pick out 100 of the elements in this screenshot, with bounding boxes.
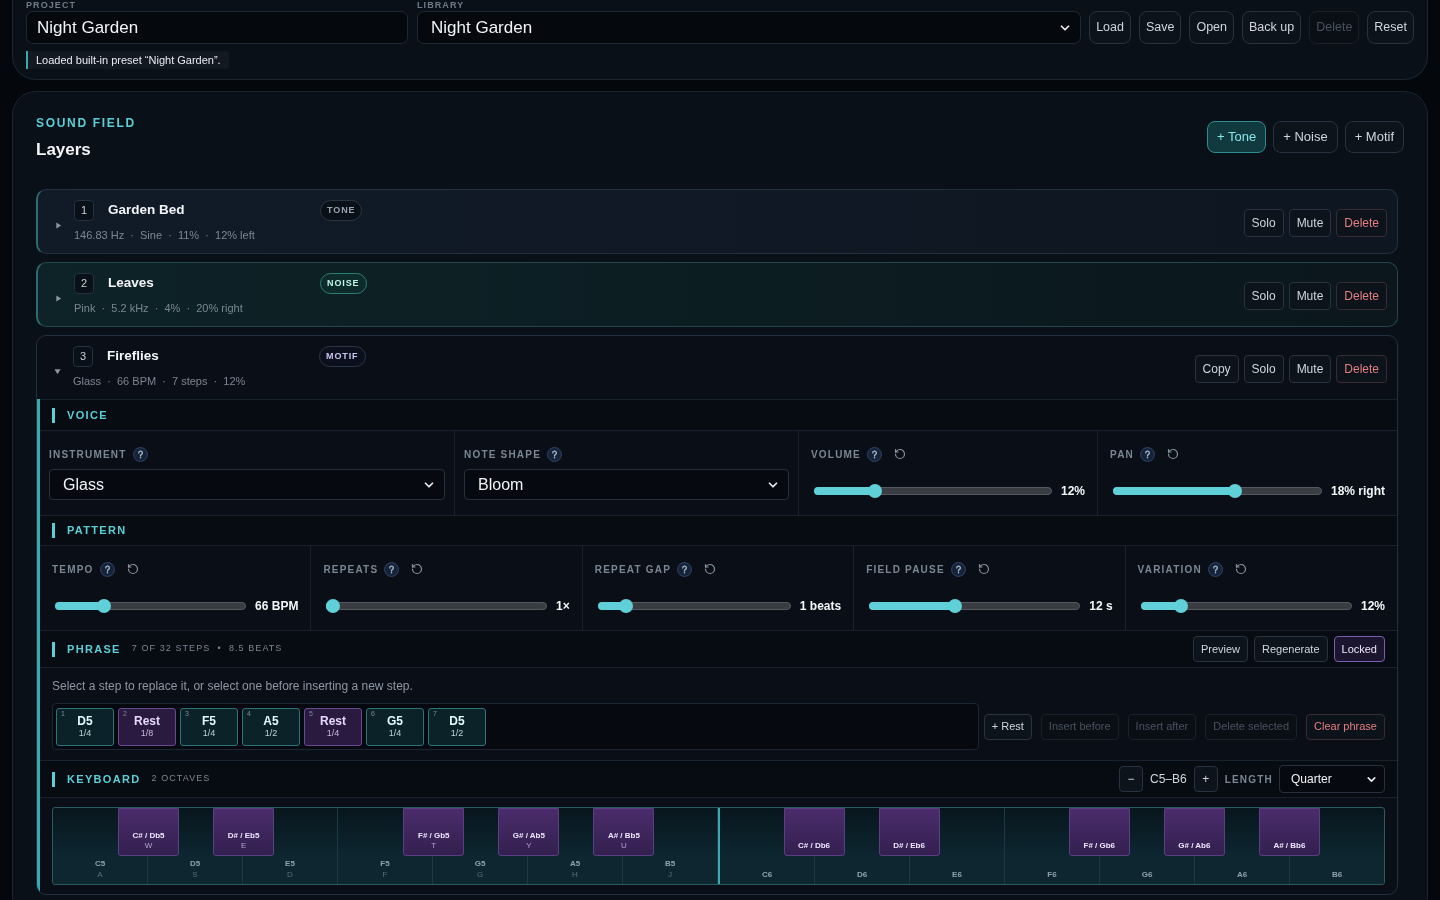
action-button[interactable]: Copy: [1194, 354, 1239, 383]
sharp-key[interactable]: A# / Bb5 U: [593, 808, 655, 856]
caret-right-icon[interactable]: [55, 222, 62, 229]
phrase-hint: Select a step to replace it, or select one before inserting a new step.: [52, 678, 413, 694]
slider[interactable]: [326, 599, 548, 613]
action-button[interactable]: Locked: [1333, 636, 1385, 662]
kind-badge: MOTIF: [319, 345, 366, 367]
slider[interactable]: [1140, 599, 1352, 613]
increase-button[interactable]: +: [1193, 766, 1218, 792]
help-icon[interactable]: [99, 561, 115, 577]
slider-thumb[interactable]: [948, 599, 962, 613]
select-field[interactable]: Glass: [49, 469, 445, 500]
slider[interactable]: [869, 599, 1081, 613]
field-label: FIELD PAUSE: [866, 562, 945, 577]
slider-thumb[interactable]: [619, 599, 634, 613]
caret-right-icon[interactable]: [55, 295, 62, 302]
sharp-key[interactable]: C# / Db5 W: [118, 808, 180, 856]
range-label: C5–B6: [1150, 771, 1187, 788]
reset-icon[interactable]: [704, 563, 717, 575]
sharp-key[interactable]: D# / Eb5 E: [213, 808, 275, 856]
danger-button[interactable]: Delete: [1336, 208, 1387, 237]
action-button[interactable]: Regenerate: [1254, 636, 1328, 662]
section-marker-icon: [52, 641, 55, 657]
help-icon[interactable]: [867, 446, 882, 462]
decrease-button[interactable]: −: [1119, 766, 1143, 792]
reset-icon[interactable]: [126, 563, 139, 575]
field-label: REPEAT GAP: [594, 562, 672, 577]
action-button[interactable]: Mute: [1288, 354, 1332, 383]
field-label: PROJECT: [26, 0, 78, 11]
layer-number: 2: [74, 272, 94, 294]
action-button[interactable]: Save: [1138, 11, 1182, 44]
select-field[interactable]: Bloom: [464, 469, 789, 500]
caret-down-icon[interactable]: [54, 368, 61, 375]
danger-button[interactable]: Delete: [1336, 281, 1387, 310]
reset-icon[interactable]: [1167, 448, 1179, 460]
help-icon[interactable]: [950, 561, 966, 577]
section-heading: PATTERN: [67, 523, 127, 539]
slider[interactable]: [55, 599, 247, 613]
sharp-key[interactable]: D# / Eb6: [878, 808, 940, 856]
danger-button[interactable]: Delete: [1336, 354, 1387, 383]
help-icon[interactable]: [132, 446, 148, 462]
field-label: NOTE SHAPE: [464, 447, 541, 462]
action-button[interactable]: Back up: [1242, 11, 1302, 44]
action-button[interactable]: Solo: [1243, 281, 1284, 310]
layer-summary: Pink · 5.2 kHz · 4% · 20% right: [74, 300, 243, 316]
project-name-field[interactable]: Night Garden: [26, 11, 408, 44]
slider-value: 1×: [556, 598, 570, 615]
action-button[interactable]: + Tone: [1207, 121, 1267, 153]
section-marker-icon: [52, 523, 55, 538]
sharp-key[interactable]: A# / Bb6: [1258, 808, 1320, 856]
slider[interactable]: [1113, 484, 1322, 498]
reset-icon[interactable]: [977, 563, 990, 575]
action-button[interactable]: Preview: [1192, 636, 1248, 662]
reset-icon[interactable]: [411, 563, 424, 575]
slider[interactable]: [597, 599, 791, 613]
action-button[interactable]: Solo: [1243, 354, 1284, 383]
action-button[interactable]: + Rest: [983, 713, 1032, 740]
section-meta: 2 OCTAVES: [151, 772, 211, 786]
danger-button[interactable]: Clear phrase: [1306, 713, 1385, 740]
library-select[interactable]: Night Garden: [417, 11, 1082, 44]
slider-thumb[interactable]: [867, 484, 882, 498]
layer-card[interactable]: 1 Garden Bed TONE 146.83 Hz · Sine · 11% · 12% left Solo Mute Delete: [36, 189, 1398, 254]
field-label: VARIATION: [1137, 562, 1202, 577]
length-select[interactable]: Quarter: [1279, 765, 1385, 793]
action-button[interactable]: Mute: [1288, 208, 1332, 237]
action-button[interactable]: + Noise: [1273, 121, 1338, 153]
slider-thumb[interactable]: [1174, 599, 1189, 613]
action-button[interactable]: Load: [1089, 11, 1131, 44]
help-icon[interactable]: [1207, 561, 1223, 577]
slider-thumb[interactable]: [1228, 484, 1243, 498]
sharp-key[interactable]: C# / Db6: [783, 808, 845, 856]
help-icon[interactable]: [1140, 446, 1155, 462]
sharp-key[interactable]: G# / Ab5 Y: [498, 808, 560, 856]
action-button[interactable]: Solo: [1243, 208, 1284, 237]
sharp-key[interactable]: F# / Gb5 T: [403, 808, 465, 856]
section-heading: PHRASE: [67, 641, 121, 657]
action-button[interactable]: Reset: [1367, 11, 1414, 44]
slider-thumb[interactable]: [326, 599, 341, 613]
slider[interactable]: [814, 484, 1052, 498]
section-heading: KEYBOARD: [67, 771, 141, 787]
layer-card[interactable]: 2 Leaves NOISE Pink · 5.2 kHz · 4% · 20% right Solo Mute Delete: [36, 262, 1398, 327]
help-icon[interactable]: [384, 561, 400, 577]
help-icon[interactable]: [547, 446, 562, 462]
help-icon[interactable]: [677, 561, 693, 577]
reset-icon[interactable]: [894, 448, 906, 460]
action-button[interactable]: Mute: [1288, 281, 1332, 310]
action-button[interactable]: + Motif: [1344, 121, 1404, 153]
status-message: Loaded built-in preset “Night Garden”.: [26, 51, 229, 69]
slider-thumb[interactable]: [97, 599, 112, 613]
reset-icon[interactable]: [1234, 563, 1247, 575]
slider-value: 66 BPM: [255, 598, 299, 615]
section-marker-icon: [52, 407, 55, 423]
action-button[interactable]: Open: [1189, 11, 1235, 44]
section-meta: 7 OF 32 STEPS • 8.5 BEATS: [131, 642, 283, 656]
kind-badge: NOISE: [320, 272, 367, 294]
sharp-key[interactable]: F# / Gb6: [1068, 808, 1130, 856]
slider-value: 1 beats: [799, 598, 842, 615]
sharp-key[interactable]: G# / Ab6: [1163, 808, 1225, 856]
section-marker-icon: [52, 771, 55, 787]
slider-value: 18% right: [1331, 483, 1385, 500]
